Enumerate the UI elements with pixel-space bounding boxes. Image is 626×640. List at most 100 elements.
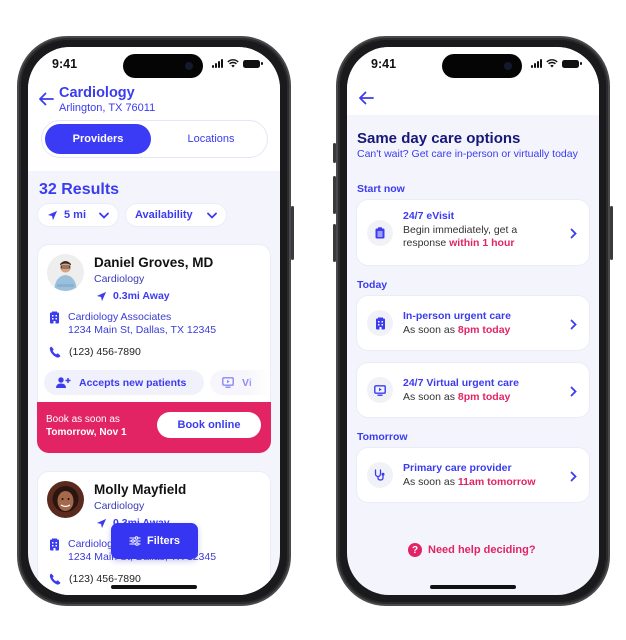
availability-filter-label: Availability (135, 209, 193, 221)
option-title: In-person urgent care (403, 310, 511, 322)
home-indicator[interactable] (430, 585, 516, 589)
hospital-building-icon (50, 538, 59, 551)
option-description: Begin immediately, get a response within… (403, 224, 518, 249)
provider-specialty: Cardiology (94, 500, 145, 512)
volume-down-button (333, 224, 336, 262)
wifi-icon (546, 59, 558, 68)
option-icon-wrap (367, 310, 393, 336)
distance-filter-label: 5 mi (64, 209, 87, 221)
practice-name: Cardiology Associates (68, 311, 172, 323)
chevron-down-icon (99, 212, 109, 219)
hospital-building-icon (50, 311, 59, 324)
chevron-right-icon (570, 471, 577, 482)
provider-distance: 0.3mi Away (96, 290, 170, 302)
option-description: As soon as 8pm today (403, 324, 511, 336)
option-title: Primary care provider (403, 462, 512, 474)
stethoscope-icon (374, 469, 385, 481)
practice-location[interactable]: Cardiology Associates 1234 Main St, Dall… (49, 311, 216, 337)
help-label: Need help deciding? (428, 544, 536, 556)
avatar (47, 254, 84, 291)
option-icon-wrap (367, 462, 393, 488)
battery-icon (243, 59, 263, 68)
add-user-icon (56, 377, 71, 388)
phone-frame-providers: 9:41 Cardiology Arlington, TX 76011 Prov… (17, 36, 294, 606)
option-description: As soon as 11am tomorrow (403, 476, 536, 488)
dynamic-island (442, 54, 522, 78)
chevron-right-icon (570, 228, 577, 239)
section-label-start-now: Start now (357, 183, 405, 195)
distance-text: 0.3mi Away (113, 290, 170, 302)
provider-phone[interactable]: (123) 456-7890 (49, 346, 141, 358)
provider-specialty: Cardiology (94, 273, 145, 285)
navigation-arrow-icon (96, 291, 107, 301)
option-highlight: 11am tomorrow (457, 476, 536, 488)
status-time: 9:41 (52, 57, 78, 71)
accepts-new-patients-tag: Accepts new patients (44, 370, 204, 395)
video-screen-icon (374, 384, 386, 396)
tab-providers[interactable]: Providers (45, 124, 151, 154)
signal-icon (531, 59, 542, 68)
dynamic-island (123, 54, 203, 78)
home-indicator[interactable] (111, 585, 197, 589)
status-time: 9:41 (371, 57, 397, 71)
volume-up-button (333, 176, 336, 214)
practice-address: 1234 Main St, Dallas, TX 12345 (68, 324, 217, 336)
option-icon-wrap (367, 377, 393, 403)
care-option-virtual-urgent[interactable]: 24/7 Virtual urgent care As soon as 8pm … (356, 362, 590, 418)
option-title: 24/7 eVisit (403, 210, 455, 222)
navigation-arrow-icon (47, 210, 58, 220)
question-icon: ? (408, 543, 422, 557)
clipboard-icon (375, 227, 385, 239)
book-online-button[interactable]: Book online (157, 412, 261, 438)
navigation-arrow-icon (96, 518, 107, 528)
availability-filter-chip[interactable]: Availability (125, 203, 227, 227)
option-title: 24/7 Virtual urgent care (403, 377, 519, 389)
back-arrow-icon[interactable] (38, 92, 54, 106)
status-icons (531, 59, 582, 68)
hospital-icon (375, 317, 385, 329)
help-deciding-link[interactable]: ? Need help deciding? (408, 543, 536, 557)
chevron-right-icon (570, 319, 577, 330)
battery-icon (562, 59, 582, 68)
booking-bar: Book as soon as Tomorrow, Nov 1 Book onl… (37, 402, 271, 453)
segmented-control: Providers Locations (41, 120, 268, 158)
tag-label: Accepts new patients (79, 376, 187, 389)
tab-locations[interactable]: Locations (158, 124, 264, 154)
providers-screen: 9:41 Cardiology Arlington, TX 76011 Prov… (28, 47, 280, 595)
option-highlight: 8pm today (457, 324, 511, 336)
status-bar: 9:41 (28, 47, 280, 81)
avatar (47, 481, 84, 518)
filters-button[interactable]: Filters (111, 523, 198, 559)
status-bar: 9:41 (347, 47, 599, 81)
section-label-tomorrow: Tomorrow (357, 431, 408, 443)
distance-filter-chip[interactable]: 5 mi (37, 203, 119, 227)
option-icon-wrap (367, 220, 393, 246)
phone-number: (123) 456-7890 (69, 573, 141, 585)
status-icons (212, 59, 263, 68)
back-arrow-icon[interactable] (358, 91, 374, 105)
filters-label: Filters (146, 535, 180, 547)
care-option-primary-care[interactable]: Primary care provider As soon as 11am to… (356, 447, 590, 503)
power-button (291, 206, 294, 260)
action-button (333, 143, 336, 163)
care-option-evisit[interactable]: 24/7 eVisit Begin immediately, get a res… (356, 199, 590, 266)
care-header (347, 81, 599, 115)
page-title: Same day care options (357, 130, 521, 147)
power-button (610, 206, 613, 260)
phone-icon (49, 573, 61, 585)
provider-phone[interactable]: (123) 456-7890 (49, 573, 141, 585)
care-options-screen: 9:41 Same day care options Can't wait? G… (347, 47, 599, 595)
care-option-in-person-urgent[interactable]: In-person urgent care As soon as 8pm tod… (356, 295, 590, 351)
booking-availability: Book as soon as Tomorrow, Nov 1 (46, 414, 127, 438)
provider-name[interactable]: Daniel Groves, MD (94, 255, 213, 270)
location-subtitle[interactable]: Arlington, TX 76011 (59, 102, 155, 114)
phone-frame-care-options: 9:41 Same day care options Can't wait? G… (333, 36, 613, 606)
providers-header: Cardiology Arlington, TX 76011 Providers… (28, 81, 280, 171)
option-highlight: within 1 hour (449, 236, 515, 249)
wifi-icon (227, 59, 239, 68)
provider-name[interactable]: Molly Mayfield (94, 482, 186, 497)
chevron-down-icon (207, 212, 217, 219)
phone-number: (123) 456-7890 (69, 346, 141, 358)
page-subtitle: Can't wait? Get care in-person or virtua… (357, 148, 578, 160)
booking-date: Tomorrow, Nov 1 (46, 427, 127, 438)
